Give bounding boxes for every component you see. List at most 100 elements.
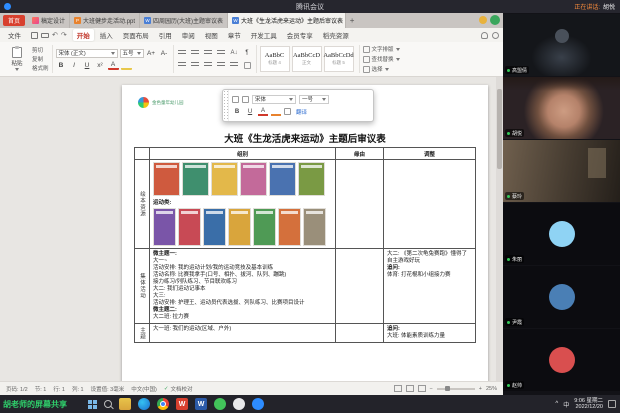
paste-mini-icon[interactable]: [232, 95, 239, 103]
line-spacing-icon[interactable]: [229, 60, 240, 70]
view-mode-icon[interactable]: [393, 385, 402, 392]
find-replace-button[interactable]: 查找替换: [362, 55, 400, 63]
participant-tile[interactable]: 赵帅: [503, 329, 620, 391]
font-name-select[interactable]: 宋体 (正文): [55, 48, 118, 58]
taskbar-clock[interactable]: 9:06 星期二 2022/12/20: [574, 398, 603, 411]
select-button[interactable]: 选择: [362, 65, 400, 73]
popup-table-icon[interactable]: [284, 108, 291, 116]
style-chip[interactable]: AaBbCcDd 标题 5: [323, 46, 354, 72]
menu-tab-review[interactable]: 审阅: [178, 29, 199, 41]
view-mode-icon[interactable]: [405, 385, 414, 392]
doc-tab-ppt[interactable]: P 大班健步走活动.ppt: [70, 13, 141, 28]
member-diamond-icon[interactable]: [479, 16, 487, 24]
popup-font-select[interactable]: 宋体: [252, 94, 296, 104]
search-icon[interactable]: [104, 400, 112, 408]
participant-tile[interactable]: 蔡玲: [503, 140, 620, 202]
qq-icon[interactable]: [233, 398, 245, 410]
new-tab-button[interactable]: +: [346, 13, 358, 28]
underline-button[interactable]: U: [82, 60, 93, 70]
participant-tile[interactable]: 高盟倩: [503, 14, 620, 76]
menu-tab-sections[interactable]: 章节: [224, 29, 245, 41]
menu-file[interactable]: 文件: [4, 29, 25, 41]
grow-font-button[interactable]: A+: [146, 48, 157, 58]
numbered-list-icon[interactable]: [190, 48, 201, 58]
zoom-knob[interactable]: [444, 385, 450, 391]
superscript-button[interactable]: x²: [95, 60, 106, 70]
pilcrow-icon[interactable]: ¶: [242, 48, 253, 58]
mic-icon: [507, 383, 510, 387]
document-page[interactable]: 金色童年幼儿园 宋体 一号 B U A 翻译 大班《生龙活虎来运动》主题后审议表…: [122, 85, 488, 381]
popup-font-color-button[interactable]: A: [258, 107, 268, 117]
bold-button[interactable]: B: [56, 60, 67, 70]
wps-home-button[interactable]: 首页: [3, 15, 26, 26]
menu-tab-docer[interactable]: 稻壳资源: [319, 29, 353, 41]
align-right-icon[interactable]: [203, 60, 214, 70]
proofing-status[interactable]: ✓ 文档校对: [164, 385, 193, 393]
menu-tab-insert[interactable]: 插入: [96, 29, 117, 41]
zoom-out-button[interactable]: −: [430, 386, 433, 392]
popup-highlight-button[interactable]: [271, 107, 281, 117]
scrollbar-thumb[interactable]: [497, 89, 502, 169]
zoom-slider[interactable]: [436, 385, 475, 391]
participant-tile[interactable]: 胡悦: [503, 77, 620, 139]
popup-bold-button[interactable]: B: [232, 107, 242, 116]
outdent-icon[interactable]: [203, 48, 214, 58]
participant-tile[interactable]: 朱丽: [503, 203, 620, 265]
file-explorer-icon[interactable]: [119, 398, 131, 410]
wechat-icon[interactable]: [214, 398, 226, 410]
print-icon[interactable]: [41, 32, 49, 38]
user-avatar[interactable]: [490, 15, 500, 25]
font-size-select[interactable]: 五号: [119, 48, 144, 58]
start-button[interactable]: [88, 399, 97, 409]
doc-tab-active-review-form[interactable]: W 大班《生龙活虎来运动》主题后审议表: [228, 13, 347, 28]
vertical-scrollbar[interactable]: [496, 77, 503, 381]
font-color-button[interactable]: A: [107, 60, 119, 70]
redo-icon[interactable]: ↷: [61, 31, 67, 39]
indent-icon[interactable]: [216, 48, 227, 58]
paste-button[interactable]: 粘贴: [4, 44, 30, 74]
chrome-icon[interactable]: [157, 398, 169, 410]
cut-button[interactable]: 剪切: [32, 46, 49, 54]
zoom-in-button[interactable]: +: [479, 386, 482, 392]
menu-tab-developer[interactable]: 开发工具: [247, 29, 281, 41]
highlight-color-button[interactable]: [120, 60, 132, 70]
align-justify-icon[interactable]: [216, 60, 227, 70]
popup-underline-button[interactable]: U: [245, 107, 255, 116]
save-icon[interactable]: [31, 31, 38, 39]
tencent-meeting-icon[interactable]: [252, 398, 264, 410]
style-chip[interactable]: AaBbCcD 正文: [291, 46, 322, 72]
shading-icon[interactable]: [242, 60, 253, 70]
doc-tab-design[interactable]: 稿定设计: [28, 13, 71, 28]
align-left-icon[interactable]: [177, 60, 188, 70]
popup-size-select[interactable]: 一号: [299, 94, 329, 104]
copy-button[interactable]: 复制: [32, 55, 49, 63]
floating-format-toolbar[interactable]: 宋体 一号 B U A 翻译: [222, 89, 374, 122]
participant-tile[interactable]: 尹霞: [503, 266, 620, 328]
menu-tab-member[interactable]: 会员专享: [283, 29, 317, 41]
style-chip[interactable]: AaBbC 标题 4: [259, 46, 290, 72]
word-icon[interactable]: W: [195, 398, 207, 410]
menu-tab-view[interactable]: 视图: [201, 29, 222, 41]
edge-browser-icon[interactable]: [138, 398, 150, 410]
bell-icon[interactable]: [481, 31, 488, 39]
italic-button[interactable]: I: [69, 60, 80, 70]
notification-center-icon[interactable]: [608, 400, 616, 408]
undo-icon[interactable]: ↶: [52, 31, 58, 39]
input-language-indicator[interactable]: 中: [563, 400, 569, 409]
collaborate-icon[interactable]: [492, 31, 499, 39]
doc-tab-weekly-plan[interactable]: W 四周园历(大班)主题审议表: [140, 13, 229, 28]
wps-icon[interactable]: W: [176, 398, 188, 410]
menu-tab-references[interactable]: 引用: [155, 29, 176, 41]
text-layout-button[interactable]: 文字排版: [362, 45, 400, 53]
shrink-font-button[interactable]: A-: [159, 48, 170, 58]
menu-tab-home[interactable]: 开始: [72, 29, 94, 41]
view-mode-icon[interactable]: [417, 385, 426, 392]
bullet-list-icon[interactable]: [177, 48, 188, 58]
menu-tab-page-layout[interactable]: 页面布局: [119, 29, 153, 41]
align-center-icon[interactable]: [190, 60, 201, 70]
format-painter-mini-icon[interactable]: [242, 95, 249, 103]
sort-icon[interactable]: A↓: [229, 48, 240, 58]
format-painter-button[interactable]: 格式刷: [32, 64, 49, 72]
popup-translate-button[interactable]: 翻译: [296, 108, 307, 116]
tray-expand-icon[interactable]: ^: [555, 401, 558, 407]
